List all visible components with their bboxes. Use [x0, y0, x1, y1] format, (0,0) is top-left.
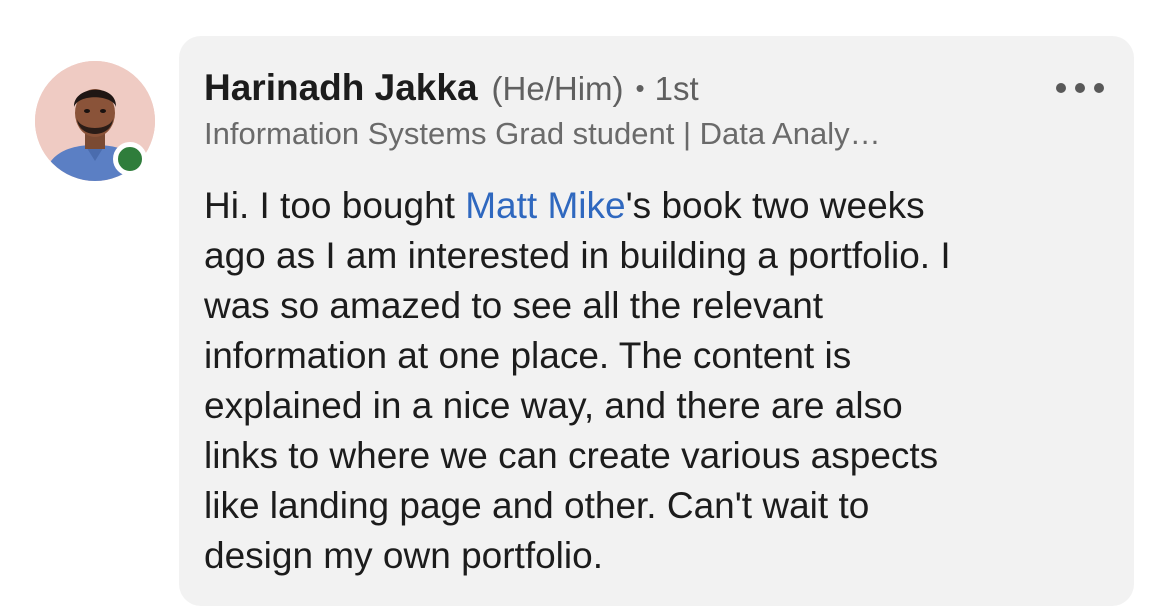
online-status-icon	[113, 142, 147, 176]
comment-body: Hi. I too bought Matt Mike's book two we…	[204, 181, 1109, 581]
comment-line: links to where we can create various asp…	[204, 435, 939, 476]
comment-line: like landing page and other. Can't wait …	[204, 485, 870, 526]
comment-line: ago as I am interested in building a por…	[204, 235, 951, 276]
connection-degree: 1st	[654, 70, 699, 107]
comment-text-segment: 's book two weeks	[625, 185, 925, 226]
comment-header: Harinadh Jakka (He/Him) • 1st	[204, 66, 699, 118]
author-headline: Information Systems Grad student | Data …	[204, 116, 881, 151]
more-horizontal-icon	[1056, 83, 1066, 93]
more-horizontal-icon-dot	[1075, 83, 1085, 93]
author-pronouns: (He/Him)	[491, 70, 624, 107]
mention-link[interactable]: Matt Mike	[465, 185, 625, 226]
separator-dot: •	[635, 73, 645, 103]
comment-line: information at one place. The content is	[204, 335, 852, 376]
more-options-button[interactable]	[1056, 74, 1104, 102]
comment-text-segment: Hi. I too bought	[204, 185, 466, 226]
comment-line: design my own portfolio.	[204, 535, 603, 576]
author-name[interactable]: Harinadh Jakka	[204, 67, 478, 108]
more-horizontal-icon-dot	[1094, 83, 1104, 93]
comment-line: was so amazed to see all the relevant	[204, 285, 824, 326]
author-avatar[interactable]	[35, 61, 155, 181]
comment-line: Hi. I too bought Matt Mike's book two we…	[204, 181, 1109, 231]
comment-bubble: Harinadh Jakka (He/Him) • 1st Information S…	[179, 36, 1134, 606]
comment-line: explained in a nice way, and there are a…	[204, 385, 903, 426]
